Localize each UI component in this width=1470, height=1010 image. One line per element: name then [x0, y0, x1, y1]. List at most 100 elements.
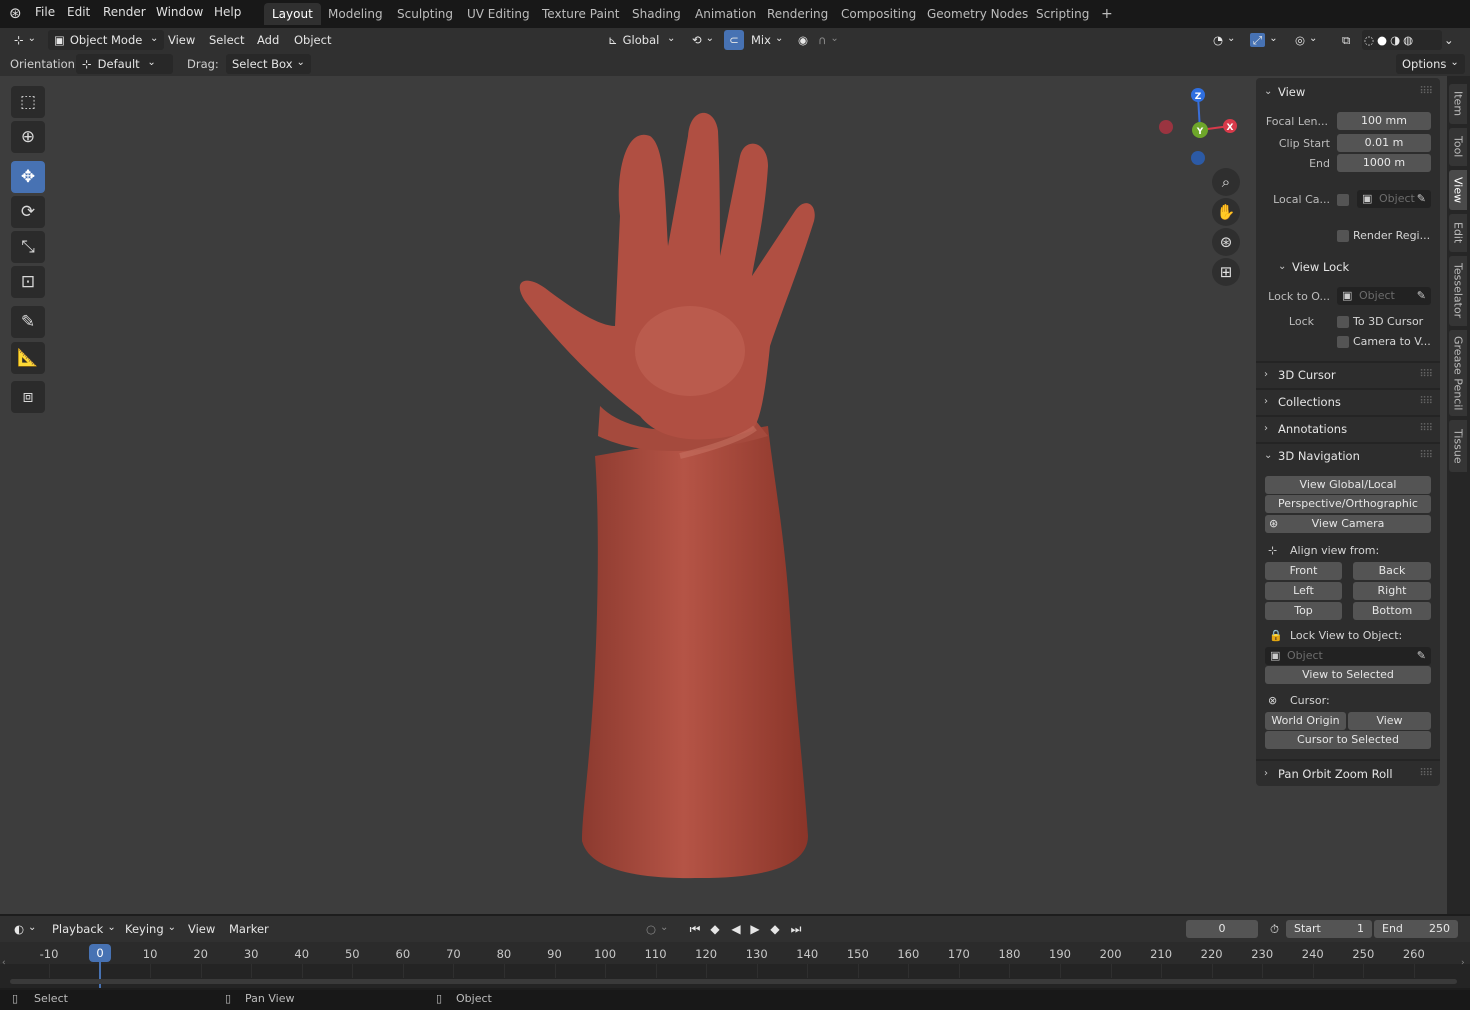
add-workspace-icon[interactable]: +	[1093, 3, 1121, 25]
proportional-edit-icon[interactable]: ◉	[792, 30, 814, 50]
panel-collections-header[interactable]: › Collections ⠿⠿	[1256, 390, 1440, 414]
navigation-gizmo[interactable]: Z X Y	[1150, 84, 1240, 176]
drag-grip-icon[interactable]: ⠿⠿	[1419, 417, 1433, 441]
playback-menu[interactable]: Playback	[46, 919, 122, 939]
pivot-point-icon[interactable]: ⟲	[686, 30, 720, 50]
snap-target-dropdown[interactable]: Mix	[745, 30, 789, 50]
panel-view-header[interactable]: ⌄ View ⠿⠿	[1256, 80, 1440, 104]
local-camera-checkbox[interactable]	[1337, 194, 1349, 206]
header-menu-add[interactable]: Add	[251, 30, 285, 50]
workspace-tab-geometry-nodes[interactable]: Geometry Nodes	[919, 3, 1036, 25]
align-left-button[interactable]: Left	[1265, 582, 1342, 600]
current-frame-field[interactable]: 0	[1186, 920, 1258, 938]
3d-viewport[interactable]: ⬚ ⊕ ✥ ⟳ ⤡ ⊡ ✎ 📐 ⧈ Z X Y ⌕ ✋ ⊛ ⊞	[0, 76, 1447, 914]
perspective-orthographic-button[interactable]: Perspective/Orthographic	[1265, 495, 1431, 513]
workspace-tab-compositing[interactable]: Compositing	[833, 3, 924, 25]
rotate-tool-icon[interactable]: ⟳	[11, 196, 45, 228]
local-camera-field[interactable]: ▣ Object ✎	[1357, 190, 1431, 208]
view-global-local-button[interactable]: View Global/Local	[1265, 476, 1431, 494]
world-origin-button[interactable]: World Origin	[1265, 712, 1346, 730]
options-dropdown[interactable]: Options	[1396, 54, 1465, 74]
falloff-curve-icon[interactable]: ∩	[812, 30, 845, 50]
cursor-to-selected-button[interactable]: Cursor to Selected	[1265, 731, 1431, 749]
menu-file[interactable]: File	[29, 0, 61, 26]
measure-tool-icon[interactable]: 📐	[11, 342, 45, 374]
timeline-editor-icon[interactable]: ◐	[8, 919, 42, 939]
start-frame-field[interactable]: Start 1	[1286, 920, 1372, 938]
transform-orientation-dropdown[interactable]: ⊾ Global	[602, 30, 681, 50]
workspace-tab-scripting[interactable]: Scripting	[1028, 3, 1097, 25]
panel-annotations-header[interactable]: › Annotations ⠿⠿	[1256, 417, 1440, 441]
drag-grip-icon[interactable]: ⠿⠿	[1419, 762, 1433, 786]
align-top-button[interactable]: Top	[1265, 602, 1342, 620]
view-to-selected-button[interactable]: View to Selected	[1265, 666, 1431, 684]
lock-to-object-field[interactable]: ▣ Object ✎	[1337, 287, 1431, 305]
drag-grip-icon[interactable]: ⠿⠿	[1419, 390, 1433, 414]
eyedropper-icon[interactable]: ✎	[1417, 287, 1426, 305]
cursor-view-button[interactable]: View	[1348, 712, 1431, 730]
marker-menu[interactable]: Marker	[223, 919, 275, 939]
annotate-tool-icon[interactable]: ✎	[11, 306, 45, 338]
drag-grip-icon[interactable]: ⠿⠿	[1419, 363, 1433, 387]
xray-toggle-icon[interactable]: ⧉	[1336, 30, 1356, 50]
view-camera-button[interactable]: ⊛ View Camera	[1265, 515, 1431, 533]
scale-tool-icon[interactable]: ⤡	[11, 231, 45, 263]
header-menu-view[interactable]: View	[162, 30, 201, 50]
drag-grip-icon[interactable]: ⠿⠿	[1419, 80, 1433, 104]
tab-grease-pencil[interactable]: Grease Pencil	[1449, 330, 1467, 416]
material-shading-icon[interactable]: ◑	[1390, 33, 1403, 47]
clip-start-field[interactable]: 0.01 m	[1337, 134, 1431, 152]
blender-logo-icon[interactable]: ⊛	[9, 5, 27, 21]
wireframe-shading-icon[interactable]: ◌	[1364, 33, 1377, 47]
overlays-icon[interactable]: ◎	[1289, 30, 1323, 50]
mode-selector[interactable]: ▣ Object Mode	[48, 30, 165, 50]
header-menu-select[interactable]: Select	[203, 30, 250, 50]
lock-view-object-field[interactable]: ▣ Object ✎	[1265, 647, 1431, 665]
workspace-tab-shading[interactable]: Shading	[624, 3, 689, 25]
align-front-button[interactable]: Front	[1265, 562, 1342, 580]
editor-type-icon[interactable]: ⊹	[8, 30, 42, 50]
zoom-icon[interactable]: ⌕	[1212, 168, 1240, 196]
align-back-button[interactable]: Back	[1353, 562, 1431, 580]
workspace-tab-animation[interactable]: Animation	[687, 3, 764, 25]
play-reverse-icon[interactable]: ◀	[727, 920, 745, 938]
menu-render[interactable]: Render	[97, 0, 152, 26]
align-right-button[interactable]: Right	[1353, 582, 1431, 600]
tab-tesselator[interactable]: Tesselator	[1449, 256, 1467, 326]
clip-end-field[interactable]: 1000 m	[1337, 154, 1431, 172]
pan-hand-icon[interactable]: ✋	[1212, 198, 1240, 226]
header-menu-object[interactable]: Object	[288, 30, 337, 50]
tab-edit[interactable]: Edit	[1449, 214, 1467, 252]
scroll-left-icon[interactable]: ‹	[2, 958, 6, 968]
drag-dropdown[interactable]: Select Box	[226, 54, 311, 74]
menu-window[interactable]: Window	[150, 0, 209, 26]
gizmo-toggle-icon[interactable]: ⤢	[1244, 30, 1284, 50]
camera-view-icon[interactable]: ⊛	[1212, 228, 1240, 256]
workspace-tab-texture-paint[interactable]: Texture Paint	[534, 3, 627, 25]
gizmo-neg-z-axis[interactable]	[1191, 151, 1205, 165]
panel-3d-cursor-header[interactable]: › 3D Cursor ⠿⠿	[1256, 363, 1440, 387]
timeline-scrollbar[interactable]	[10, 979, 1457, 984]
tab-item[interactable]: Item	[1449, 84, 1467, 124]
workspace-tab-sculpting[interactable]: Sculpting	[389, 3, 461, 25]
panel-view-lock-header[interactable]: ⌄ View Lock	[1256, 255, 1440, 279]
eyedropper-icon[interactable]: ✎	[1417, 190, 1426, 208]
jump-end-icon[interactable]: ⏭	[787, 920, 805, 938]
keying-menu[interactable]: Keying	[119, 919, 182, 939]
solid-shading-icon[interactable]: ●	[1377, 33, 1390, 47]
timeline-ruler[interactable]: -10 0 10 20 30 40 50 60 70 80 90 100 110 120 130 140 150…	[0, 942, 1470, 988]
add-cube-tool-icon[interactable]: ⧈	[11, 381, 45, 413]
next-keyframe-icon[interactable]: ◆	[766, 920, 784, 938]
drag-grip-icon[interactable]: ⠿⠿	[1419, 444, 1433, 468]
camera-to-view-checkbox[interactable]	[1337, 336, 1349, 348]
scroll-right-icon[interactable]: ›	[1461, 958, 1465, 968]
tab-tissue[interactable]: Tissue	[1449, 420, 1467, 472]
workspace-tab-rendering[interactable]: Rendering	[759, 3, 836, 25]
tab-tool[interactable]: Tool	[1449, 128, 1467, 166]
panel-pan-orbit-header[interactable]: › Pan Orbit Zoom Roll ⠿⠿	[1256, 762, 1440, 786]
shading-options-chevron-icon[interactable]: ⌄	[1440, 30, 1458, 50]
rendered-shading-icon[interactable]: ◍	[1403, 33, 1416, 47]
menu-edit[interactable]: Edit	[61, 0, 96, 26]
transform-tool-icon[interactable]: ⊡	[11, 266, 45, 298]
visibility-eye-icon[interactable]: ◔	[1207, 30, 1241, 50]
